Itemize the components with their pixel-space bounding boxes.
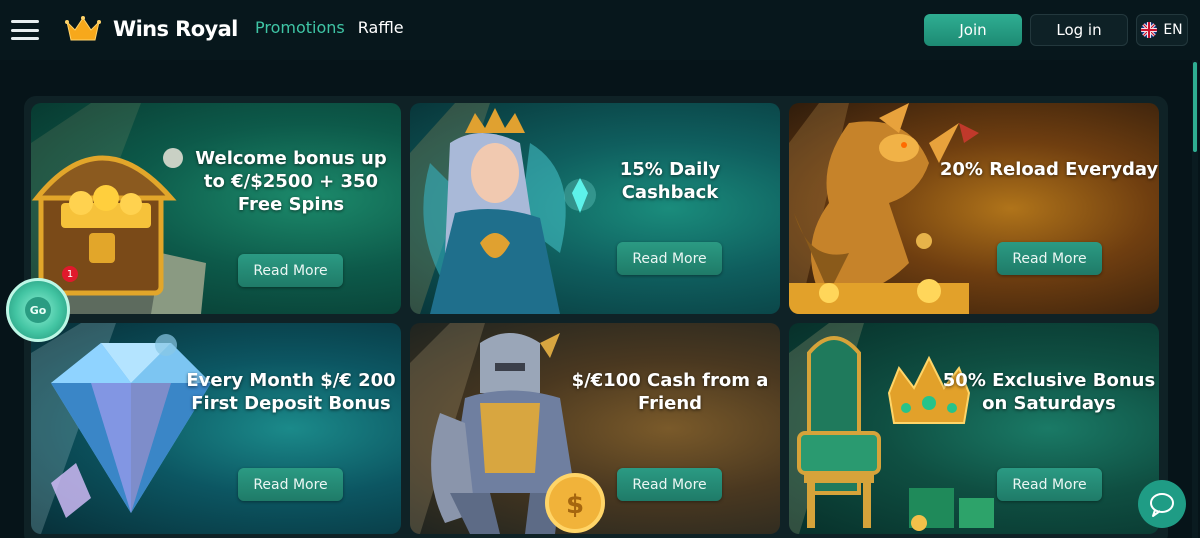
chat-support-button[interactable] xyxy=(1138,480,1186,528)
promo-card-welcome[interactable]: Welcome bonus up to €/$2500 + 350 Free S… xyxy=(31,103,401,314)
read-more-button[interactable]: Read More xyxy=(617,242,722,275)
join-button[interactable]: Join xyxy=(924,14,1022,46)
read-more-button[interactable]: Read More xyxy=(997,242,1102,275)
uk-flag-icon xyxy=(1141,22,1158,38)
top-header: Wins Royal Promotions Raffle Join Log in… xyxy=(0,0,1200,60)
notification-badge: 1 xyxy=(62,266,78,282)
language-label: EN xyxy=(1163,22,1183,38)
knight-image: $ xyxy=(410,323,605,534)
read-more-button[interactable]: Read More xyxy=(617,468,722,501)
login-button[interactable]: Log in xyxy=(1030,14,1128,46)
promo-card-friend[interactable]: $ $/€100 Cash from a Friend Read More xyxy=(410,323,780,534)
read-more-button[interactable]: Read More xyxy=(238,254,343,287)
nav-item-raffle[interactable]: Raffle xyxy=(358,18,404,37)
crown-icon xyxy=(65,16,101,41)
read-more-button[interactable]: Read More xyxy=(238,468,343,501)
promo-title: $/€100 Cash from a Friend xyxy=(571,370,769,414)
nav-item-promotions[interactable]: Promotions xyxy=(255,18,345,37)
brand-name: Wins Royal xyxy=(113,17,238,41)
promo-title: Welcome bonus up to €/$2500 + 350 Free S… xyxy=(195,148,387,215)
promo-title: Every Month $/€ 200 First Deposit Bonus xyxy=(186,370,396,414)
promo-title: 20% Reload Everyday xyxy=(939,159,1159,180)
promo-card-monthly[interactable]: Every Month $/€ 200 First Deposit Bonus … xyxy=(31,323,401,534)
svg-text:$: $ xyxy=(566,490,584,520)
throne-crown-image xyxy=(789,323,994,534)
promo-card-saturday[interactable]: 50% Exclusive Bonus on Saturdays Read Mo… xyxy=(789,323,1159,534)
menu-icon[interactable] xyxy=(11,20,39,40)
promo-card-cashback[interactable]: 15% Daily Cashback Read More xyxy=(410,103,780,314)
language-selector[interactable]: EN xyxy=(1136,14,1188,46)
main-nav: Promotions Raffle xyxy=(255,18,404,37)
bonus-wheel-button[interactable]: Go xyxy=(6,278,70,342)
diamond-image xyxy=(31,323,211,534)
wheel-go-label: Go xyxy=(25,297,51,323)
scrollbar-thumb[interactable] xyxy=(1193,62,1197,152)
promo-card-reload[interactable]: 20% Reload Everyday Read More xyxy=(789,103,1159,314)
promo-title: 50% Exclusive Bonus on Saturdays xyxy=(942,370,1156,414)
chat-bubble-icon xyxy=(1150,493,1174,517)
promo-title: 15% Daily Cashback xyxy=(619,159,721,203)
golden-dragon-image xyxy=(789,103,979,314)
fairy-queen-image xyxy=(410,103,596,314)
read-more-button[interactable]: Read More xyxy=(997,468,1102,501)
brand-logo[interactable]: Wins Royal xyxy=(65,14,238,44)
